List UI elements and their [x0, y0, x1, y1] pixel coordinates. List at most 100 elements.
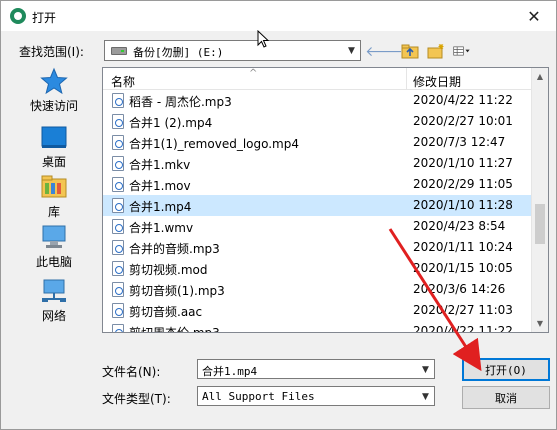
- scroll-up-icon[interactable]: ▲: [532, 68, 548, 85]
- place-desktop[interactable]: 桌面: [15, 121, 93, 171]
- up-folder-icon[interactable]: [401, 43, 419, 59]
- file-name: 合并1.mkv: [129, 158, 191, 172]
- file-date: 2020/4/22 11:22: [413, 93, 513, 107]
- file-date: 2020/2/27 10:01: [413, 114, 513, 128]
- file-name-input[interactable]: 合并1.mp4 ▼: [197, 359, 435, 379]
- file-name-label: 文件名(N):: [102, 365, 161, 379]
- open-button[interactable]: 打开(O): [462, 358, 550, 381]
- file-row[interactable]: 合并1.mov 2020/2/29 11:05: [103, 174, 533, 195]
- dialog-title: 打开: [32, 11, 57, 25]
- file-row[interactable]: 合并的音频.mp3 2020/1/11 10:24: [103, 237, 533, 258]
- file-date: 2020/1/10 11:28: [413, 198, 513, 212]
- media-file-icon: [112, 114, 124, 129]
- file-row[interactable]: 合并1.mp4 2020/1/10 11:28: [103, 195, 533, 216]
- column-header-name[interactable]: 名称: [111, 73, 135, 90]
- file-row[interactable]: 剪切音频(1).mp3 2020/3/6 14:26: [103, 279, 533, 300]
- place-label: 此电脑: [35, 255, 72, 269]
- file-type-select[interactable]: All Support Files ▼: [197, 386, 435, 406]
- file-list-header: ^ 名称 修改日期: [103, 68, 533, 90]
- file-date: 2020/4/22 11:22: [413, 324, 513, 333]
- place-network[interactable]: 网络: [15, 275, 93, 325]
- file-name: 剪切音频(1).mp3: [129, 284, 225, 298]
- desktop-icon: [41, 126, 67, 148]
- file-type-value: All Support Files: [202, 390, 315, 403]
- media-file-icon: [112, 261, 124, 276]
- file-date: 2020/1/15 10:05: [413, 261, 513, 275]
- cancel-button[interactable]: 取消: [462, 386, 550, 409]
- file-name: 合并1 (2).mp4: [129, 116, 213, 130]
- file-date: 2020/2/27 11:03: [413, 303, 513, 317]
- places-bar: 快速访问 桌面 库 此电脑 网络: [15, 65, 93, 337]
- media-file-icon: [112, 135, 124, 150]
- file-name: 合并的音频.mp3: [129, 242, 220, 256]
- media-file-icon: [112, 177, 124, 192]
- media-file-icon: [112, 198, 124, 213]
- scrollbar-thumb[interactable]: [535, 204, 545, 244]
- title-bar: 打开 ✕: [1, 1, 556, 31]
- drive-icon: [111, 47, 127, 55]
- library-icon: [41, 175, 67, 198]
- chevron-down-icon[interactable]: ▼: [417, 387, 434, 406]
- app-icon: [10, 8, 26, 24]
- file-row[interactable]: 剪切视频.mod 2020/1/15 10:05: [103, 258, 533, 279]
- mouse-cursor-icon: [257, 30, 270, 48]
- place-library[interactable]: 库: [15, 171, 93, 221]
- file-date: 2020/7/3 12:47: [413, 135, 506, 149]
- media-file-icon: [112, 240, 124, 255]
- file-rows: 稻香 - 周杰伦.mp3 2020/4/22 11:22 合并1 (2).mp4 20…: [103, 90, 533, 333]
- close-button[interactable]: ✕: [512, 1, 556, 31]
- network-icon: [42, 279, 66, 302]
- view-menu-icon[interactable]: [453, 43, 471, 59]
- file-name-value: 合并1.mp4: [202, 365, 258, 378]
- sort-caret-icon: ^: [249, 68, 258, 79]
- computer-icon: [42, 225, 66, 248]
- file-list[interactable]: ^ 名称 修改日期 稻香 - 周杰伦.mp3 2020/4/22 11:22 合并1…: [102, 67, 549, 333]
- place-quick-access[interactable]: 快速访问: [15, 65, 93, 115]
- place-label: 网络: [41, 309, 66, 323]
- media-file-icon: [112, 156, 124, 171]
- file-name: 剪切周杰伦.mp3: [129, 326, 220, 333]
- media-file-icon: [112, 282, 124, 297]
- media-file-icon: [112, 219, 124, 234]
- media-file-icon: [112, 93, 124, 108]
- file-row[interactable]: 合并1.mkv 2020/1/10 11:27: [103, 153, 533, 174]
- dialog-toolbar: 🡐: [365, 42, 471, 60]
- open-file-dialog: 打开 ✕ 查找范围(I): 备份[勿删] (E:) ▼ 🡐 快速访问 桌面 库: [0, 0, 557, 430]
- file-date: 2020/3/6 14:26: [413, 282, 506, 296]
- place-label: 桌面: [41, 155, 66, 169]
- place-this-pc[interactable]: 此电脑: [15, 221, 93, 271]
- file-row[interactable]: 稻香 - 周杰伦.mp3 2020/4/22 11:22: [103, 90, 533, 111]
- file-row[interactable]: 合并1 (2).mp4 2020/2/27 10:01: [103, 111, 533, 132]
- file-row[interactable]: 剪切音频.aac 2020/2/27 11:03: [103, 300, 533, 321]
- chevron-down-icon[interactable]: ▼: [417, 360, 434, 379]
- file-name: 合并1(1)_removed_logo.mp4: [129, 137, 299, 151]
- place-label: 快速访问: [29, 99, 78, 113]
- column-divider[interactable]: [406, 68, 407, 90]
- file-name: 合并1.mov: [129, 179, 191, 193]
- file-name: 剪切音频.aac: [129, 305, 203, 319]
- file-row[interactable]: 合并1.wmv 2020/4/23 8:54: [103, 216, 533, 237]
- file-date: 2020/4/23 8:54: [413, 219, 506, 233]
- place-label: 库: [47, 205, 60, 219]
- scroll-down-icon[interactable]: ▼: [532, 315, 548, 332]
- chevron-down-icon[interactable]: ▼: [343, 41, 360, 60]
- look-in-label: 查找范围(I):: [19, 45, 84, 59]
- column-header-date[interactable]: 修改日期: [413, 73, 461, 90]
- file-date: 2020/1/10 11:27: [413, 156, 513, 170]
- new-folder-icon[interactable]: [427, 43, 445, 59]
- file-name: 合并1.wmv: [129, 221, 194, 235]
- file-row[interactable]: 合并1(1)_removed_logo.mp4 2020/7/3 12:47: [103, 132, 533, 153]
- file-name: 合并1.mp4: [129, 200, 192, 214]
- media-file-icon: [112, 303, 124, 318]
- vertical-scrollbar[interactable]: ▲ ▼: [531, 68, 548, 332]
- file-row[interactable]: 剪切周杰伦.mp3 2020/4/22 11:22: [103, 321, 533, 333]
- look-in-dropdown[interactable]: 备份[勿删] (E:) ▼: [104, 40, 361, 61]
- file-name: 稻香 - 周杰伦.mp3: [129, 95, 232, 109]
- back-arrow-icon[interactable]: 🡐: [365, 43, 403, 60]
- file-date: 2020/2/29 11:05: [413, 177, 513, 191]
- file-date: 2020/1/11 10:24: [413, 240, 513, 254]
- file-name: 剪切视频.mod: [129, 263, 208, 277]
- look-in-value: 备份[勿删] (E:): [133, 46, 224, 59]
- star-icon: [40, 67, 68, 95]
- file-type-label: 文件类型(T):: [102, 392, 171, 406]
